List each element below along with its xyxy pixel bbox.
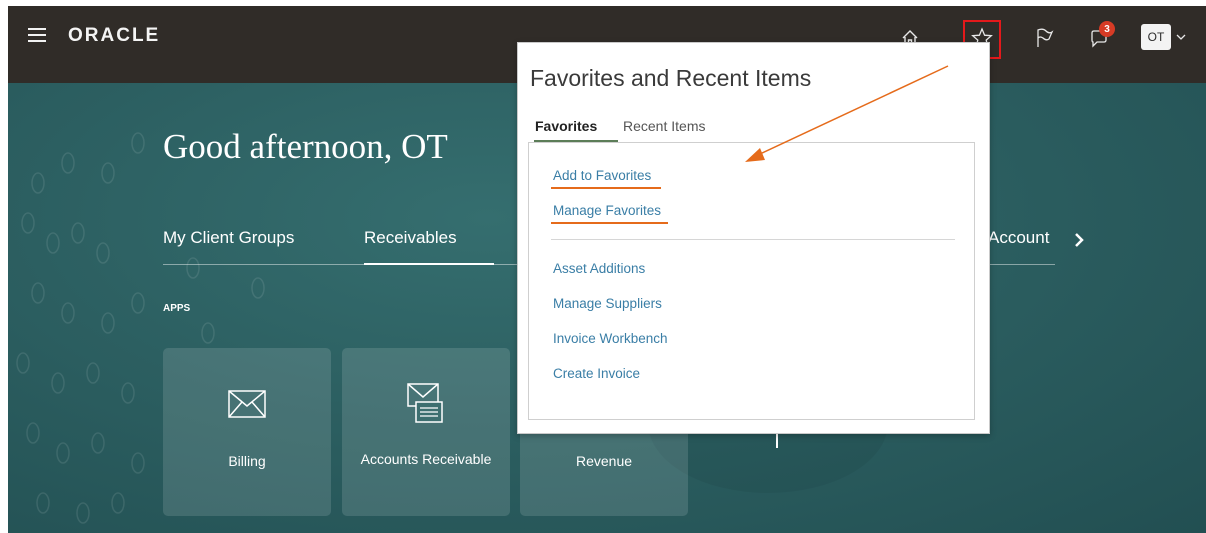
favorite-item[interactable]: Create Invoice [553, 366, 640, 381]
tile-accounts-receivable[interactable]: Accounts Receivable [342, 348, 510, 516]
app-window: ORACLE 3 OT Good afternoon, OT My Client… [8, 6, 1206, 533]
popup-title: Favorites and Recent Items [530, 65, 812, 91]
favorites-popup: Favorites and Recent Items Favorites Rec… [517, 42, 990, 434]
annotation-underline [551, 222, 668, 224]
text-cursor [776, 433, 778, 448]
greeting-heading: Good afternoon, OT [163, 127, 448, 166]
tab-recent-items[interactable]: Recent Items [623, 118, 705, 134]
favorites-list: Add to Favorites Manage Favorites Asset … [528, 142, 975, 420]
add-to-favorites-link[interactable]: Add to Favorites [553, 168, 651, 183]
tile-label: Revenue [575, 453, 633, 469]
tile-billing[interactable]: Billing [163, 348, 331, 516]
divider [551, 239, 955, 240]
tile-label: Billing [228, 453, 266, 469]
chevron-down-icon[interactable] [1176, 28, 1186, 46]
apps-section-label: APPS [163, 303, 191, 314]
flag-icon[interactable] [1028, 20, 1060, 56]
menu-icon[interactable] [28, 28, 46, 44]
active-tab-indicator [364, 263, 494, 265]
annotation-underline [551, 187, 661, 189]
manage-favorites-link[interactable]: Manage Favorites [553, 203, 661, 218]
envelope-icon [163, 390, 331, 418]
tile-label: Accounts Receivable [360, 451, 492, 467]
favorite-item[interactable]: Asset Additions [553, 261, 645, 276]
tab-account[interactable]: Account [988, 228, 1049, 248]
favorite-item[interactable]: Manage Suppliers [553, 296, 662, 311]
notification-badge: 3 [1099, 21, 1115, 37]
invoice-icon [342, 382, 510, 426]
tab-my-client-groups[interactable]: My Client Groups [163, 228, 294, 248]
avatar[interactable]: OT [1141, 24, 1171, 50]
tab-favorites[interactable]: Favorites [535, 118, 597, 134]
chevron-right-icon[interactable] [1073, 231, 1085, 254]
tab-receivables[interactable]: Receivables [364, 228, 457, 248]
oracle-logo[interactable]: ORACLE [68, 25, 160, 47]
favorite-item[interactable]: Invoice Workbench [553, 331, 668, 346]
